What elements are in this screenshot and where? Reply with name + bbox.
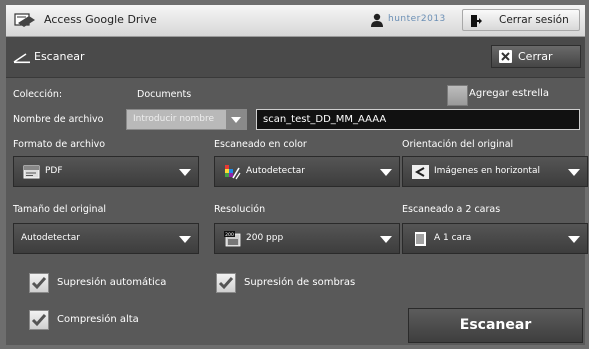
- filename-select[interactable]: Introducir nombre: [126, 109, 247, 130]
- resolution-value: 200 ppp: [246, 233, 284, 243]
- filename-value: scan_test_DD_MM_AAAA: [263, 114, 387, 125]
- scan-button[interactable]: Escanear: [408, 308, 583, 343]
- file-format-dropdown[interactable]: PDF: [13, 156, 199, 187]
- orientation-value: Imágenes en horizontal: [434, 166, 540, 176]
- checkmark-icon: [31, 277, 47, 290]
- shadow-suppression-label: Supresión de sombras: [244, 277, 356, 288]
- color-scan-dropdown[interactable]: Autodetectar: [214, 156, 400, 187]
- app-window: Access Google Drive hunter2013 Cerrar se…: [6, 5, 588, 345]
- orientation-label: Orientación del original: [402, 139, 514, 150]
- chevron-down-icon: [568, 169, 580, 176]
- scanner-app-icon: [14, 13, 35, 27]
- color-scan-label: Escaneado en color: [214, 139, 307, 150]
- chevron-down-icon: [179, 169, 191, 176]
- logout-label: Cerrar sesión: [499, 14, 569, 26]
- auto-suppression-label: Supresión automática: [57, 277, 167, 288]
- original-size-dropdown[interactable]: Autodetectar: [13, 223, 199, 254]
- orientation-dropdown[interactable]: Imágenes en horizontal: [402, 156, 588, 187]
- file-format-value: PDF: [45, 166, 63, 176]
- high-compression-label: Compresión alta: [57, 314, 139, 325]
- resolution-icon-text: 200: [225, 232, 234, 238]
- logout-icon: [471, 15, 482, 27]
- original-size-label: Tamaño del original: [13, 204, 107, 215]
- checkmark-icon: [218, 277, 234, 290]
- duplex-label: Escaneado a 2 caras: [402, 204, 501, 215]
- logout-button[interactable]: Cerrar sesión: [462, 9, 580, 31]
- filename-select-placeholder: Introducir nombre: [133, 114, 215, 124]
- color-scan-value: Autodetectar: [246, 166, 305, 176]
- orientation-icon: [412, 165, 429, 179]
- scan-icon: [13, 53, 30, 64]
- filename-input[interactable]: scan_test_DD_MM_AAAA: [256, 109, 580, 130]
- resolution-icon: 200: [224, 231, 241, 247]
- chevron-down-icon: [380, 169, 392, 176]
- resolution-dropdown[interactable]: 200 200 ppp: [214, 223, 400, 254]
- file-format-label: Formato de archivo: [13, 139, 106, 150]
- one-sided-icon: [415, 232, 426, 246]
- duplex-dropdown[interactable]: A 1 cara: [402, 223, 588, 254]
- page-title: Escanear: [34, 50, 85, 63]
- scan-button-label: Escanear: [459, 317, 532, 333]
- checkmark-icon: [31, 314, 47, 327]
- chevron-down-icon: [226, 110, 246, 129]
- app-title: Access Google Drive: [44, 13, 157, 26]
- shadow-suppression-checkbox[interactable]: [216, 273, 236, 293]
- add-star-toggle[interactable]: [447, 85, 468, 106]
- filename-label: Nombre de archivo: [13, 114, 104, 125]
- close-label: Cerrar: [518, 50, 553, 63]
- close-button[interactable]: Cerrar: [491, 45, 581, 68]
- collection-label: Colección:: [13, 89, 63, 100]
- title-bar: Access Google Drive hunter2013 Cerrar se…: [6, 5, 585, 37]
- color-auto-icon: [225, 165, 241, 180]
- high-compression-checkbox[interactable]: [29, 310, 49, 330]
- chevron-down-icon: [568, 236, 580, 243]
- add-star-label: Agregar estrella: [469, 88, 550, 99]
- resolution-label: Resolución: [214, 204, 266, 215]
- close-icon: [499, 50, 512, 63]
- duplex-value: A 1 cara: [434, 233, 472, 243]
- chevron-down-icon: [380, 236, 392, 243]
- user-icon: [371, 13, 383, 27]
- pdf-icon: [23, 165, 40, 179]
- scan-header: Escanear Cerrar: [6, 37, 585, 78]
- original-size-value: Autodetectar: [21, 233, 80, 243]
- user-name: hunter2013: [388, 14, 446, 24]
- auto-suppression-checkbox[interactable]: [29, 273, 49, 293]
- collection-value: Documents: [137, 89, 192, 100]
- chevron-down-icon: [179, 236, 191, 243]
